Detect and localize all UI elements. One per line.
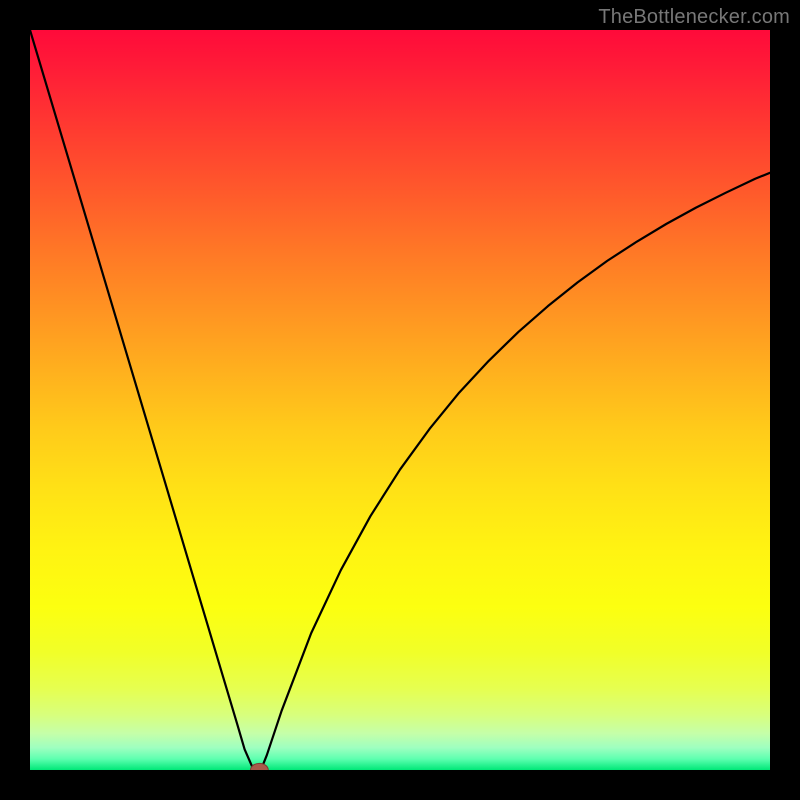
optimum-point-marker bbox=[251, 763, 269, 770]
chart-gradient-background bbox=[30, 30, 770, 770]
attribution-text: TheBottlenecker.com bbox=[598, 6, 790, 29]
chart-frame: TheBottlenecker.com bbox=[0, 0, 800, 800]
bottleneck-curve-line bbox=[30, 30, 770, 770]
chart-svg bbox=[30, 30, 770, 770]
